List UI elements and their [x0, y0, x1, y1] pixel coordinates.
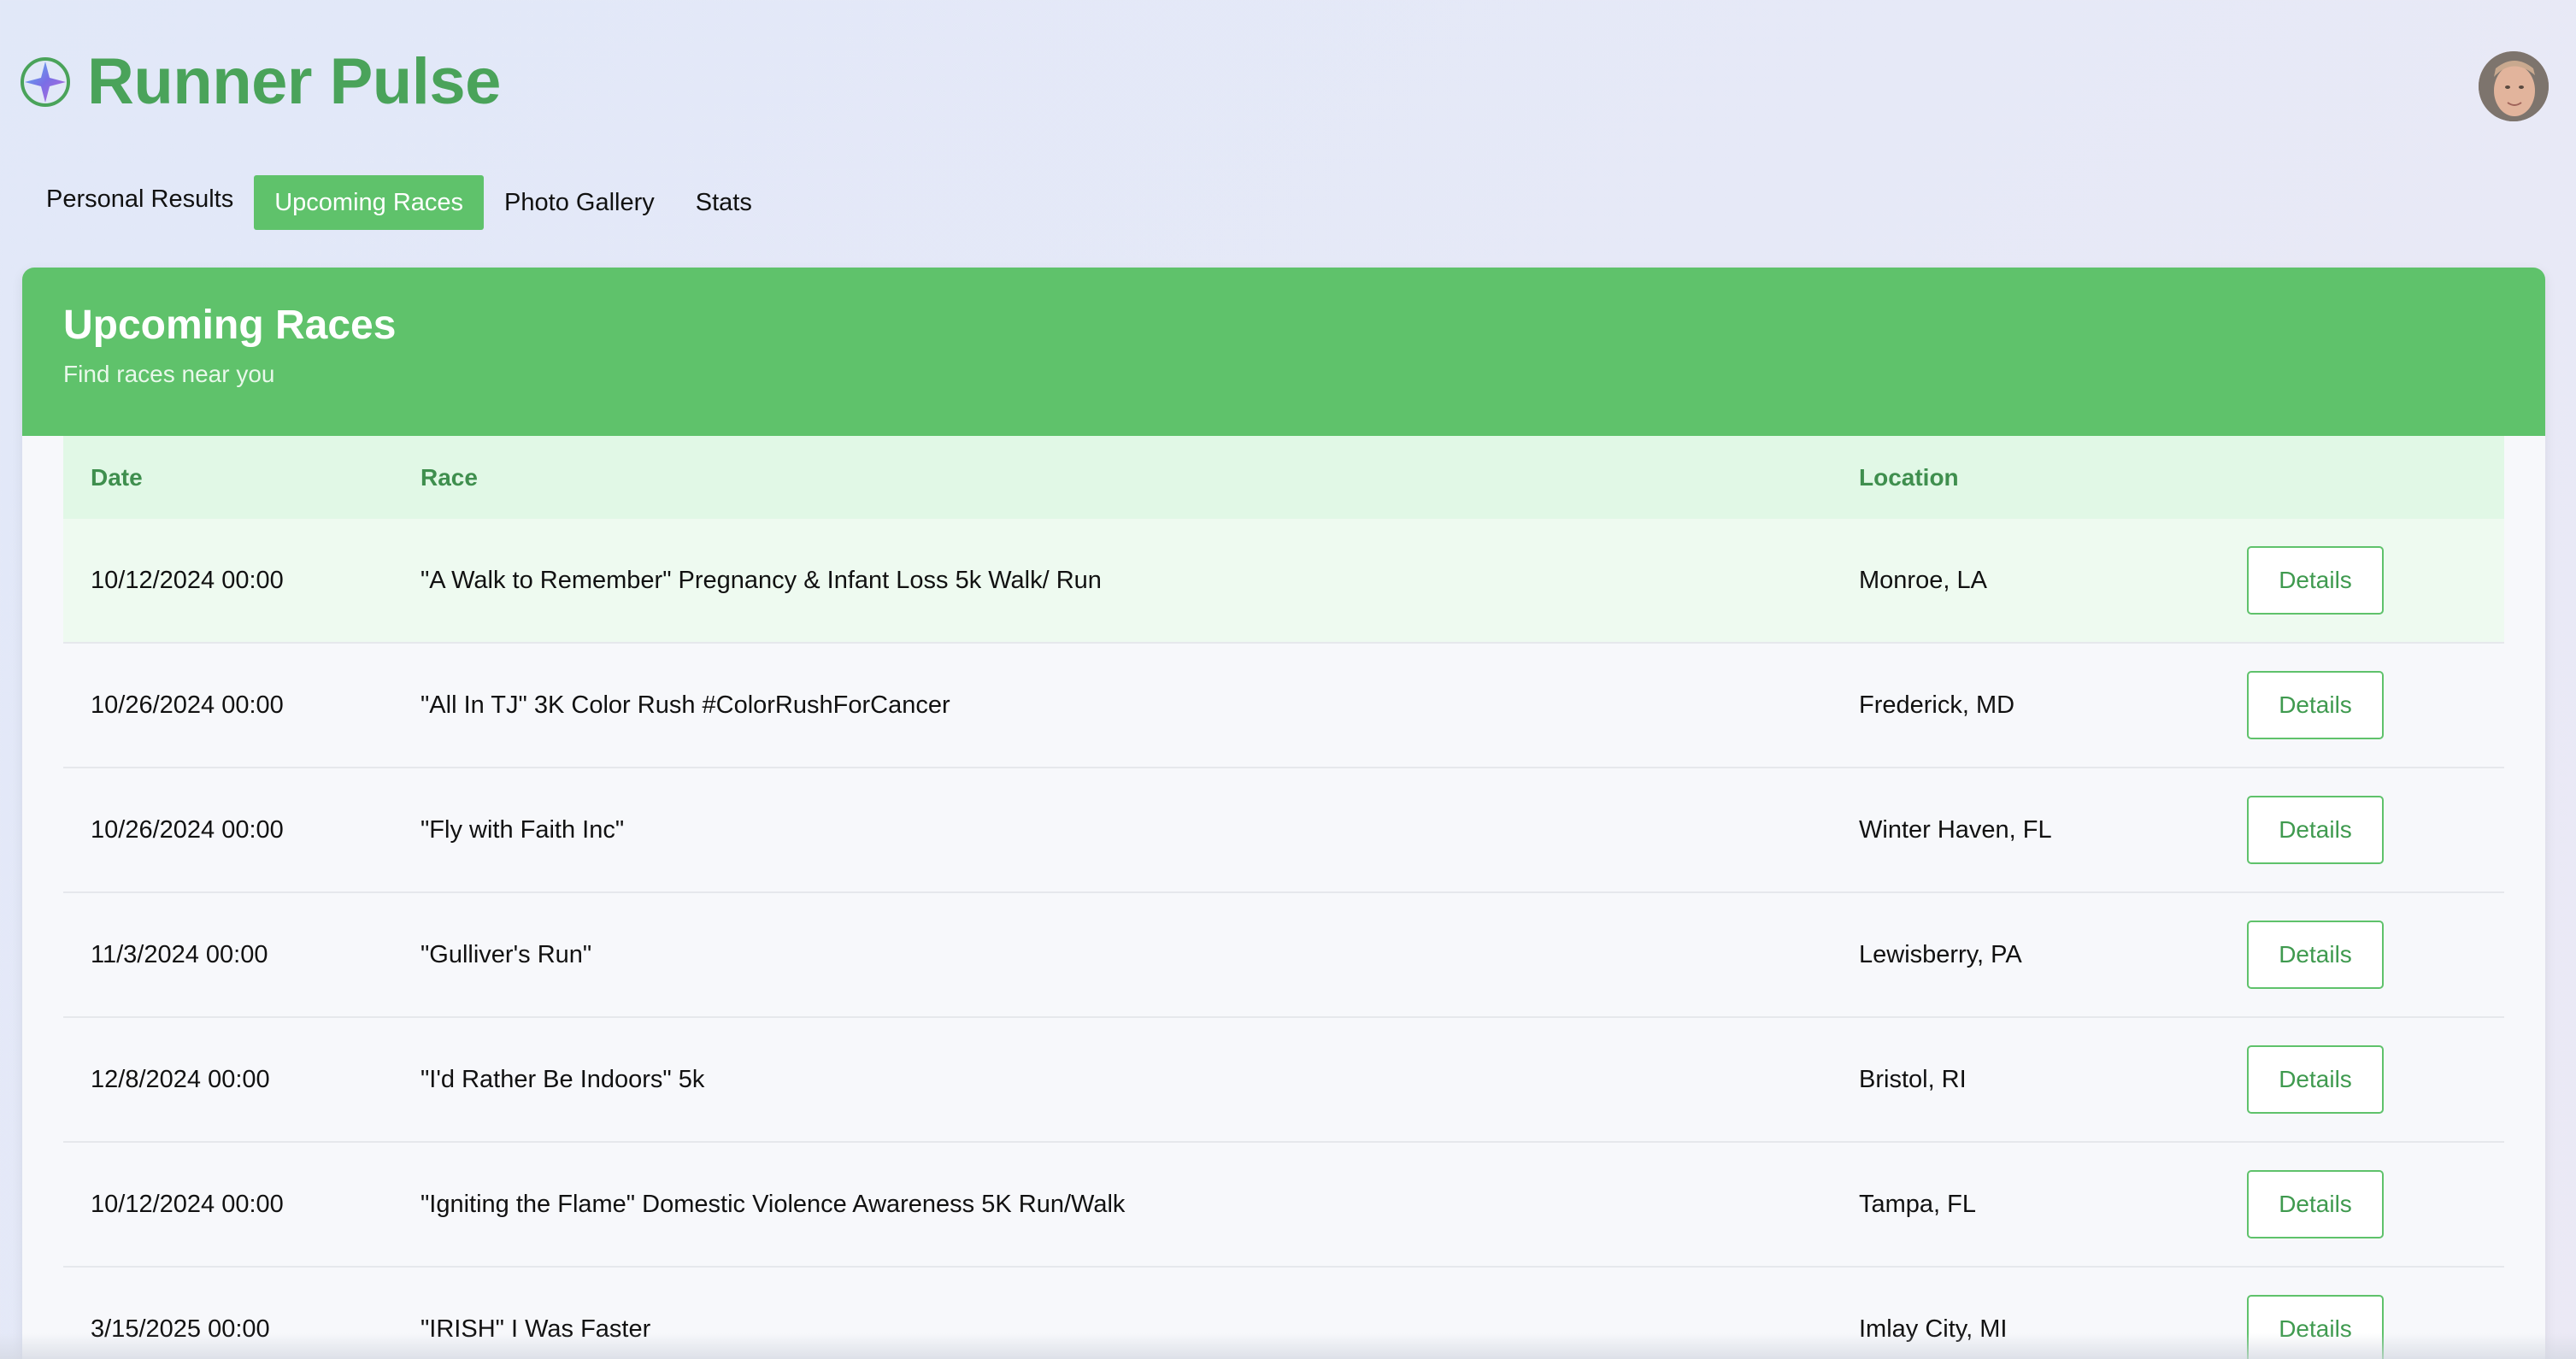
race-name: "A Walk to Remember" Pregnancy & Infant …: [421, 566, 1102, 594]
details-button[interactable]: Details: [2247, 671, 2384, 739]
table-row[interactable]: 10/12/2024 00:00 "A Walk to Remember" Pr…: [63, 519, 2504, 644]
tab-personal-results[interactable]: Personal Results: [26, 172, 254, 226]
column-header-race[interactable]: Race: [421, 464, 1859, 491]
race-actions: Details: [2247, 546, 2504, 615]
table-header-row: Date Race Location: [63, 436, 2504, 519]
tab-photo-gallery[interactable]: Photo Gallery: [484, 175, 675, 230]
upcoming-races-panel: Upcoming Races Find races near you Date …: [22, 268, 2545, 1359]
race-date: 10/12/2024 00:00: [91, 1190, 284, 1218]
race-date: 10/12/2024 00:00: [91, 566, 284, 594]
race-location: Lewisberry, PA: [1859, 940, 2022, 968]
panel-title: Upcoming Races: [63, 303, 397, 348]
table-row[interactable]: 10/26/2024 00:00 "Fly with Faith Inc" Wi…: [63, 768, 2504, 893]
race-date: 10/26/2024 00:00: [91, 815, 284, 844]
details-button[interactable]: Details: [2247, 546, 2384, 615]
panel-header: Upcoming Races Find races near you: [22, 268, 2545, 436]
race-date: 11/3/2024 00:00: [91, 940, 268, 968]
table-row[interactable]: 10/12/2024 00:00 "Igniting the Flame" Do…: [63, 1143, 2504, 1268]
race-actions: Details: [2247, 671, 2504, 739]
race-name: "All In TJ" 3K Color Rush #ColorRushForC…: [421, 691, 950, 719]
race-actions: Details: [2247, 921, 2504, 989]
panel-subtitle: Find races near you: [63, 360, 275, 387]
race-location: Monroe, LA: [1859, 566, 1987, 594]
race-name: "I'd Rather Be Indoors" 5k: [421, 1065, 705, 1093]
race-date: 12/8/2024 00:00: [91, 1065, 270, 1093]
table-row[interactable]: 10/26/2024 00:00 "All In TJ" 3K Color Ru…: [63, 644, 2504, 768]
details-button[interactable]: Details: [2247, 1170, 2384, 1238]
race-date: 10/26/2024 00:00: [91, 691, 284, 719]
tab-stats[interactable]: Stats: [675, 175, 773, 230]
column-header-date[interactable]: Date: [63, 464, 421, 491]
avatar-face-icon: [2479, 51, 2549, 121]
race-actions: Details: [2247, 1170, 2504, 1238]
race-name: "Gulliver's Run": [421, 940, 592, 968]
tab-upcoming-races[interactable]: Upcoming Races: [254, 175, 485, 230]
main-nav: Personal Results Upcoming Races Photo Ga…: [26, 175, 773, 230]
details-button[interactable]: Details: [2247, 1045, 2384, 1114]
race-location: Frederick, MD: [1859, 691, 2015, 719]
race-actions: Details: [2247, 796, 2504, 864]
user-avatar[interactable]: [2479, 51, 2549, 121]
details-button[interactable]: Details: [2247, 921, 2384, 989]
table-row[interactable]: 12/8/2024 00:00 "I'd Rather Be Indoors" …: [63, 1018, 2504, 1143]
races-table: Date Race Location 10/12/2024 00:00 "A W…: [63, 436, 2504, 1359]
race-name: "Igniting the Flame" Domestic Violence A…: [421, 1190, 1126, 1218]
compass-star-icon: [21, 57, 70, 107]
column-header-location[interactable]: Location: [1859, 464, 2247, 491]
bottom-scroll-fade: [0, 1333, 2576, 1359]
race-location: Tampa, FL: [1859, 1190, 1976, 1218]
app-logo[interactable]: Runner Pulse: [19, 50, 501, 115]
race-location: Bristol, RI: [1859, 1065, 1967, 1093]
race-name: "Fly with Faith Inc": [421, 815, 625, 844]
details-button[interactable]: Details: [2247, 796, 2384, 864]
table-row[interactable]: 11/3/2024 00:00 "Gulliver's Run" Lewisbe…: [63, 893, 2504, 1018]
race-actions: Details: [2247, 1045, 2504, 1114]
race-location: Winter Haven, FL: [1859, 815, 2052, 844]
app-header: Runner Pulse: [0, 0, 2576, 171]
app-title: Runner Pulse: [87, 45, 501, 118]
